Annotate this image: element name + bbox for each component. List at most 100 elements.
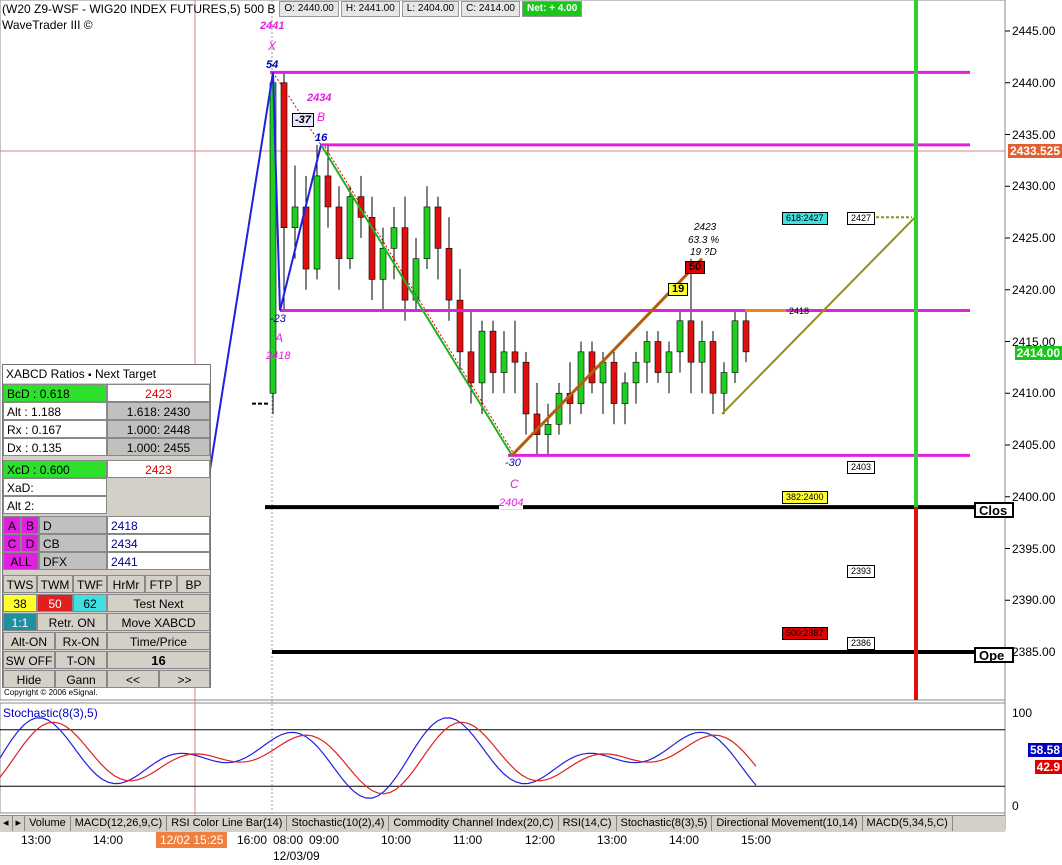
ftp-button[interactable]: FTP [145,575,177,593]
fib-50-button[interactable]: 50 [37,594,73,612]
brand-label: WaveTrader III © [2,18,93,32]
prev-button[interactable]: << [107,670,159,688]
price-tick-label: 2405.00 [1012,438,1056,452]
fib-62-button[interactable]: 62 [73,594,107,612]
candle-body [467,351,475,384]
x-point-count: 54 [266,59,279,71]
candle-body [720,372,728,394]
candle-body [291,206,299,228]
symbol-title: (W20 Z9-WSF - WIG20 INDEX FUTURES,5) 500… [2,2,276,16]
time-tick: 13:00 [21,833,52,847]
low-value: L: 2404.00 [401,1,460,17]
alt-target: 1.618: 2430 [107,402,210,420]
t-on-button[interactable]: T-ON [55,651,107,669]
price-tick-label: 2395.00 [1012,541,1056,556]
hrmr-button[interactable]: HrMr [107,575,145,593]
bcd-target: 2423 [107,384,210,402]
price-tick-label: 2400.00 [1012,489,1056,504]
x-point-price: 2441 [260,20,285,32]
bp-button[interactable]: BP [177,575,210,593]
candle-body [632,361,640,384]
tws-button[interactable]: TWS [3,575,37,593]
tab-directional-movement[interactable]: Directional Movement(10,14) [712,816,863,831]
net-change: Net: + 4.00 [522,1,583,17]
tab-cci[interactable]: Commodity Channel Index(20,C) [389,816,559,831]
tab-volume[interactable]: Volume [25,816,71,831]
candle-body [654,341,662,373]
open-line-label: Ope [974,647,1014,663]
stochastic-lines [0,717,1005,799]
xb-dotted-line [272,72,322,146]
candle-body [346,196,354,260]
xabcd-panel: XABCD Ratios ▪ Next Target BcD : 0.618 2… [2,364,211,688]
a-point-price: 2418 [266,350,291,362]
candle-body [731,320,739,373]
move-xabcd-button[interactable]: Move XABCD [107,613,210,631]
c-point-count: -30 [505,457,521,469]
crosshair-price-tag: 2433.525 [1007,144,1062,158]
candle-body [709,341,717,394]
alt-on-button[interactable]: Alt-ON [3,632,55,650]
candle-body [445,248,453,301]
panel-title: XABCD Ratios ▪ Next Target [3,365,210,383]
tab-macd[interactable]: MACD(12,26,9,C) [71,816,168,831]
retr-on-button[interactable]: Retr. ON [37,613,107,631]
tab-rsi[interactable]: RSI(14,C) [559,816,617,831]
time-tick: 13:00 [597,833,628,847]
time-tick: 11:00 [453,833,483,847]
b-point-letter: B [317,110,326,124]
sw-off-button[interactable]: SW OFF [3,651,55,669]
row4-value: 2418 [107,516,210,534]
candle-body [500,351,508,373]
rx-on-button[interactable]: Rx-ON [55,632,107,650]
price-tick-label: 2390.00 [1012,593,1056,608]
next-button[interactable]: >> [159,670,210,688]
point-d-button[interactable]: D [39,516,107,534]
close-value: C: 2414.00 [461,1,520,17]
a-point-count: -23 [270,313,286,325]
bcd-value: 0.618 [39,387,70,401]
candle-body [313,175,321,270]
ratio-button[interactable]: 1:1 [3,613,37,631]
twf-button[interactable]: TWF [73,575,107,593]
point-cb-button[interactable]: CB [39,534,107,552]
stoch-axis-top: 100 [1012,706,1033,720]
alt-label: Alt : [7,405,28,419]
date-label: 12/03/09 [273,849,320,863]
target-2403-tag: 2403 [847,461,876,474]
time-price-button[interactable]: Time/Price [107,632,210,650]
point-a-button[interactable]: A [3,516,21,534]
candle-body [335,206,343,259]
fib-38-button[interactable]: 38 [3,594,37,612]
tab-rsi-color-line[interactable]: RSI Color Line Bar(14) [167,816,288,831]
target-618-tag: 618:2427 [782,212,828,225]
point-b-button[interactable]: B [21,516,39,534]
time-tick: 16:00 [237,833,268,847]
point-c-button[interactable]: C [3,534,21,552]
target-2427-tag: 2427 [847,212,876,225]
candle-body [324,175,332,208]
point-d2-button[interactable]: D [21,534,39,552]
all-button[interactable]: ALL [3,552,39,570]
tab-scroll-left-icon[interactable]: ◂ [0,816,13,831]
candle-body [621,382,629,404]
target-382-tag: 382:2400 [782,491,828,504]
test-next-button[interactable]: Test Next [107,594,210,612]
indicator-tab-bar: ◂ ▸ Volume MACD(12,26,9,C) RSI Color Line Ba… [0,815,1005,832]
gann-button[interactable]: Gann [55,670,107,688]
bc-dotted-line [324,146,517,458]
x-point-letter: X [268,39,277,53]
tab-stochastic-8[interactable]: Stochastic(8(3),5) [617,816,713,831]
tab-macd-5[interactable]: MACD(5,34,5,C) [863,816,953,831]
dx-value: 0.135 [31,441,62,455]
bcd-ratio: BcD : 0.618 [3,384,107,402]
target-2386-tag: 2386 [847,637,876,650]
tab-scroll-right-icon[interactable]: ▸ [13,816,26,831]
candle-body [588,351,596,384]
panel-title-sep: ▪ [88,370,92,381]
dfx-button[interactable]: DFX [39,552,107,570]
tab-stochastic-10[interactable]: Stochastic(10(2),4) [287,816,390,831]
twm-button[interactable]: TWM [37,575,73,593]
copyright-text: Copyright © 2006 eSignal. [4,688,98,697]
hide-button[interactable]: Hide [3,670,55,688]
